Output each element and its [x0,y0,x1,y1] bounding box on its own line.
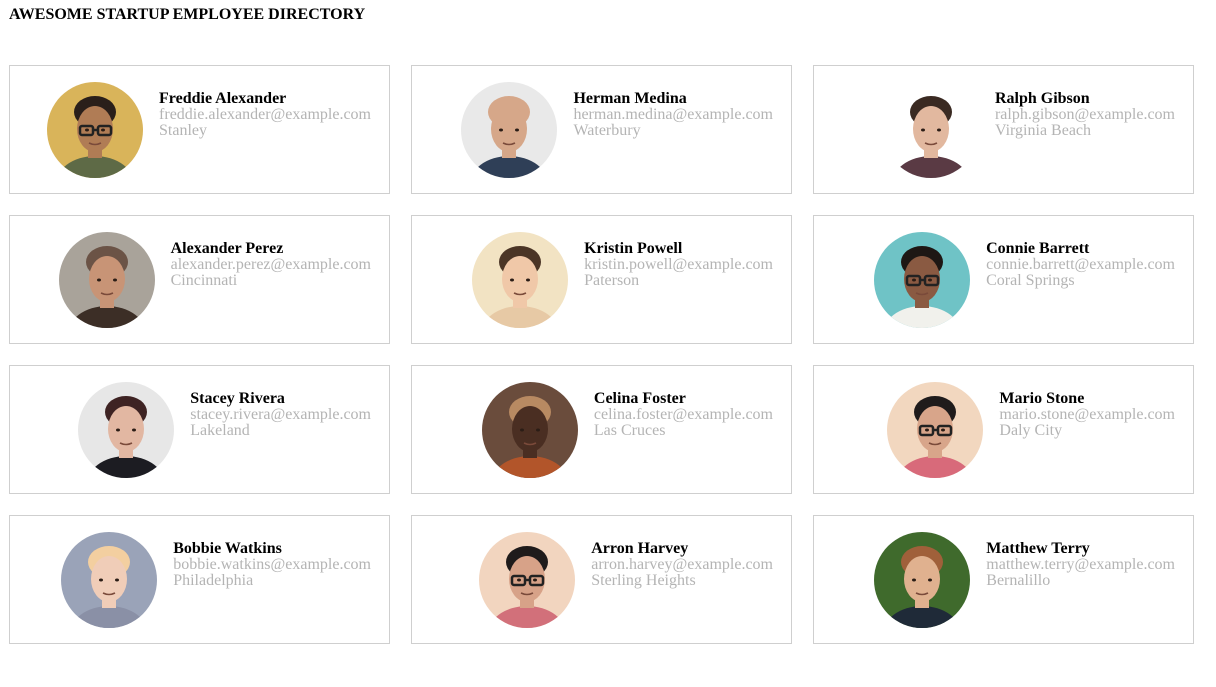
avatar [481,381,578,478]
employee-info: Mario Stone mario.stone@example.com Daly C… [999,391,1175,439]
employee-name: Matthew Terry [986,540,1090,557]
employee-email: arron.harvey@example.com [591,556,773,573]
employee-city: Philadelphia [173,572,254,589]
employee-card[interactable]: Mario Stone mario.stone@example.com Daly C… [813,365,1194,494]
employee-city: Bernalillo [986,572,1051,589]
employee-card[interactable]: Ralph Gibson ralph.gibson@example.com Virg… [813,65,1194,194]
employee-card[interactable]: Stacey Rivera stacey.rivera@example.com La… [9,365,390,494]
avatar [61,531,158,628]
employee-name: Connie Barrett [986,240,1090,257]
employee-email: mario.stone@example.com [999,406,1175,423]
avatar [887,381,984,478]
avatar [874,531,971,628]
employee-card[interactable]: Herman Medina herman.medina@example.com Wa… [411,65,792,194]
employee-email: freddie.alexander@example.com [159,106,371,123]
employee-email: kristin.powell@example.com [584,256,773,273]
employee-name: Herman Medina [573,90,687,107]
employee-city: Stanley [159,122,208,139]
avatar [479,531,576,628]
avatar [874,231,971,328]
avatar [882,81,979,178]
employee-info: Kristin Powell kristin.powell@example.com… [584,241,773,289]
page-title: AWESOME STARTUP EMPLOYEE DIRECTORY [9,6,366,23]
employee-card[interactable]: Matthew Terry matthew.terry@example.com Be… [813,515,1194,644]
employee-city: Lakeland [190,422,250,439]
avatar [461,81,558,178]
employee-card[interactable]: Celina Foster celina.foster@example.com La… [411,365,792,494]
employee-email: celina.foster@example.com [593,406,773,423]
employee-email: matthew.terry@example.com [986,556,1175,573]
employee-info: Herman Medina herman.medina@example.com Wa… [573,91,773,139]
employee-info: Matthew Terry matthew.terry@example.com Be… [986,541,1175,589]
employee-name: Kristin Powell [584,240,683,257]
employee-city: Cincinnati [170,272,238,289]
avatar [58,231,155,328]
employee-info: Freddie Alexander freddie.alexander@examp… [159,91,371,139]
employee-city: Las Cruces [593,422,666,439]
employee-card[interactable]: Alexander Perez alexander.perez@example.c… [9,215,390,344]
employee-grid: Freddie Alexander freddie.alexander@examp… [9,65,1194,644]
employee-info: Stacey Rivera stacey.rivera@example.com La… [190,391,371,439]
employee-name: Alexander Perez [170,240,284,257]
employee-email: ralph.gibson@example.com [994,106,1175,123]
employee-card[interactable]: Freddie Alexander freddie.alexander@examp… [9,65,390,194]
employee-city: Coral Springs [986,272,1075,289]
employee-card[interactable]: Connie Barrett connie.barrett@example.com… [813,215,1194,344]
employee-email: bobbie.watkins@example.com [173,556,371,573]
employee-city: Paterson [584,272,640,289]
employee-name: Stacey Rivera [190,390,285,407]
avatar [47,81,144,178]
employee-info: Celina Foster celina.foster@example.com La… [594,391,773,439]
employee-email: herman.medina@example.com [573,106,773,123]
employee-info: Bobbie Watkins bobbie.watkins@example.com… [173,541,371,589]
employee-card[interactable]: Bobbie Watkins bobbie.watkins@example.com… [9,515,390,644]
employee-city: Waterbury [573,122,641,139]
employee-city: Sterling Heights [591,572,696,589]
employee-card[interactable]: Kristin Powell kristin.powell@example.com… [411,215,792,344]
employee-email: connie.barrett@example.com [986,256,1175,273]
employee-name: Freddie Alexander [159,90,287,107]
employee-name: Mario Stone [999,390,1085,407]
employee-name: Bobbie Watkins [173,540,282,557]
employee-email: stacey.rivera@example.com [190,406,371,423]
employee-email: alexander.perez@example.com [170,256,371,273]
employee-card[interactable]: Arron Harvey arron.harvey@example.com Ster… [411,515,792,644]
employee-name: Ralph Gibson [994,90,1090,107]
employee-name: Celina Foster [593,390,686,407]
employee-city: Daly City [999,422,1063,439]
employee-info: Alexander Perez alexander.perez@example.c… [171,241,371,289]
employee-city: Virginia Beach [994,122,1092,139]
employee-info: Connie Barrett connie.barrett@example.com… [986,241,1175,289]
employee-info: Ralph Gibson ralph.gibson@example.com Virg… [995,91,1175,139]
avatar [78,381,175,478]
avatar [472,231,569,328]
employee-name: Arron Harvey [591,540,689,557]
employee-info: Arron Harvey arron.harvey@example.com Ster… [591,541,773,589]
